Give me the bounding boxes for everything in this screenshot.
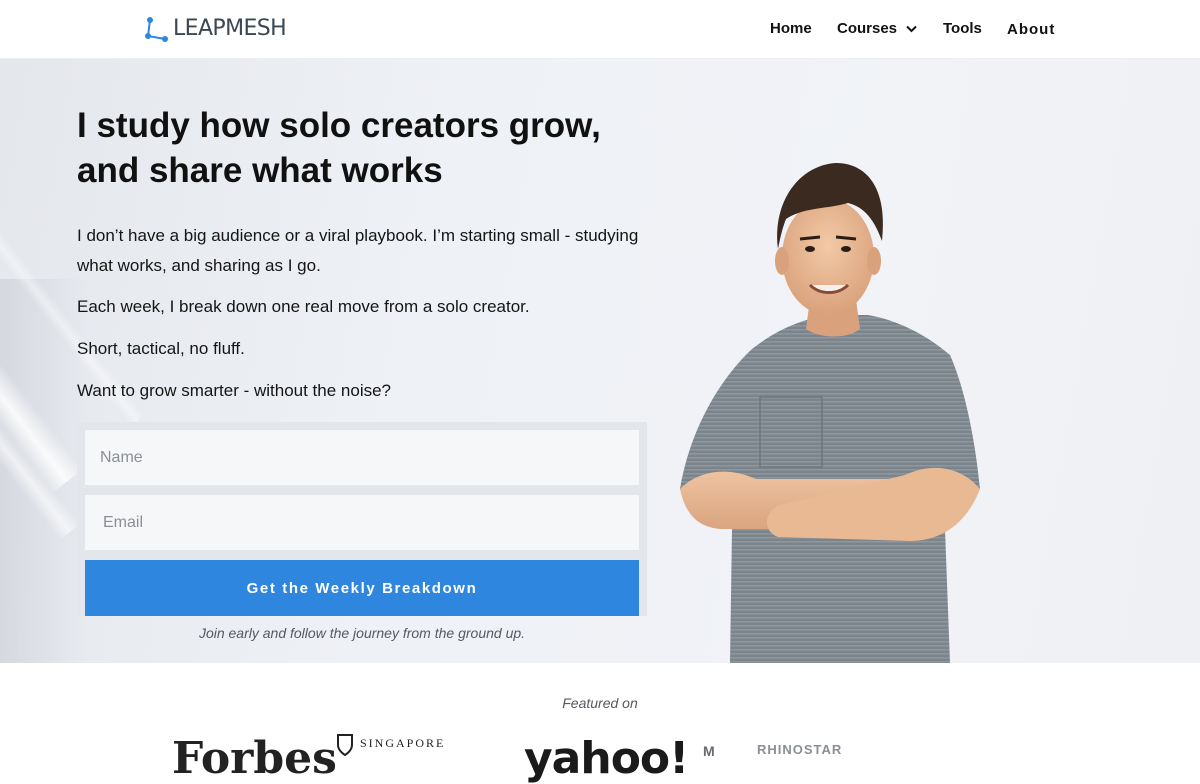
author-portrait (680, 163, 980, 663)
weekly-paragraph: Each week, I break down one real move fr… (77, 297, 530, 316)
intro-paragraph: I don’t have a big audience or a viral p… (77, 226, 639, 275)
nav-courses-label: Courses (837, 20, 898, 37)
nav-courses[interactable]: Courses (837, 20, 917, 38)
hero-headline: I study how solo creators grow, and shar… (77, 103, 677, 193)
nav-tools[interactable]: Tools (943, 20, 982, 38)
singapore-logo-text: SINGAPORE (360, 736, 446, 750)
singapore-press-logo: SINGAPORE (336, 733, 445, 757)
main-nav: Home Courses Tools About (0, 0, 1200, 59)
featured-section: Featured on Forbes SINGAPORE yahoo! M RH… (0, 663, 1200, 781)
nav-home[interactable]: Home (770, 20, 812, 38)
crest-icon (337, 734, 353, 757)
featured-label: Featured on (562, 695, 638, 711)
question-paragraph: Want to grow smarter - without the noise… (77, 381, 392, 400)
chevron-down-icon (906, 25, 917, 33)
signup-note: Join early and follow the journey from t… (198, 625, 526, 641)
site-header: LEAPMESH Home Courses Tools About (0, 0, 1200, 59)
signup-form: Get the Weekly Breakdown (77, 422, 647, 616)
get-weekly-breakdown-button[interactable]: Get the Weekly Breakdown (85, 560, 639, 616)
hero-section: I study how solo creators grow, and shar… (0, 59, 1200, 663)
forbes-logo: Forbes (172, 733, 337, 784)
email-input[interactable] (85, 495, 639, 550)
nav-about[interactable]: About (1007, 21, 1055, 39)
yahoo-logo: yahoo! (524, 733, 689, 784)
hero-headline-line2: and share what works (77, 151, 443, 190)
name-input[interactable] (85, 430, 639, 485)
m-logo: M (703, 743, 715, 759)
tagline-paragraph: Short, tactical, no fluff. (77, 339, 245, 358)
hero-headline-line1: I study how solo creators grow, (77, 106, 601, 145)
